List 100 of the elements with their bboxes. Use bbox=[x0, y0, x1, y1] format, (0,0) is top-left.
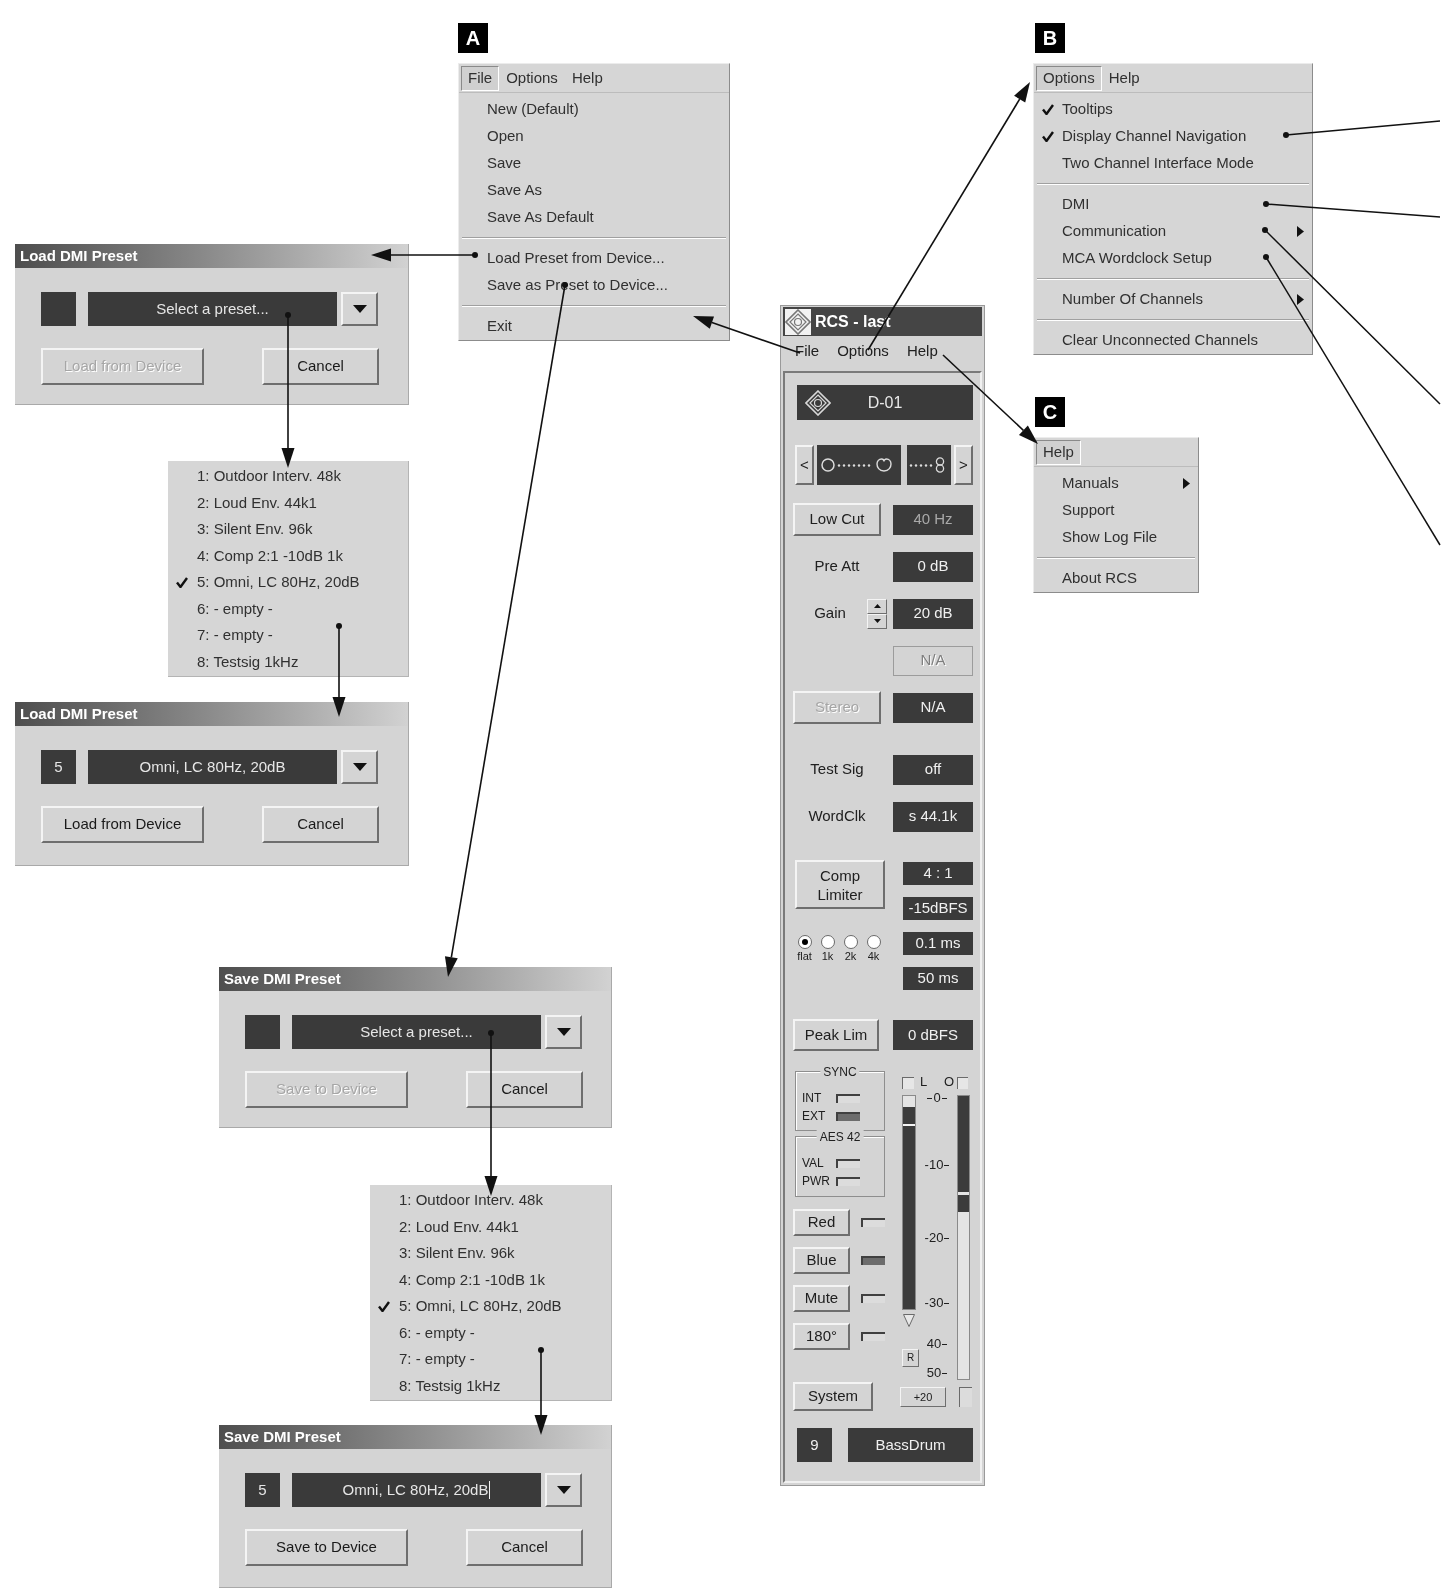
menu-item[interactable]: DMI bbox=[1034, 191, 1312, 218]
dropdown-button[interactable] bbox=[341, 292, 378, 326]
toggle-button[interactable]: Blue bbox=[793, 1247, 850, 1274]
preset-list-item[interactable]: 7: - empty - bbox=[168, 622, 408, 649]
value-display: 4 : 1 bbox=[903, 862, 973, 885]
channel-name: BassDrum bbox=[848, 1428, 973, 1462]
dropdown-button[interactable] bbox=[545, 1473, 582, 1507]
menu-bar-item[interactable]: File bbox=[461, 65, 500, 91]
preset-number-field[interactable]: 5 bbox=[41, 750, 76, 784]
menu-item[interactable]: Communication bbox=[1034, 218, 1312, 245]
caret-down-icon bbox=[556, 1028, 571, 1036]
menu-item[interactable]: Save As bbox=[459, 177, 729, 204]
menu-item[interactable]: Save As Default bbox=[459, 204, 729, 231]
menu-bar-item[interactable]: Help bbox=[1036, 439, 1081, 465]
preset-list-item[interactable]: 8: Testsig 1kHz bbox=[168, 648, 408, 675]
boost-button[interactable]: +20 bbox=[900, 1387, 946, 1407]
preset-list-item[interactable]: 3: Silent Env. 96k bbox=[168, 516, 408, 543]
menu-bar-item[interactable]: File bbox=[795, 340, 820, 363]
menu-item[interactable]: Two Channel Interface Mode bbox=[1034, 150, 1312, 177]
reset-button[interactable]: R bbox=[902, 1349, 919, 1367]
cancel-button[interactable]: Cancel bbox=[466, 1529, 583, 1566]
radio-button[interactable] bbox=[820, 935, 835, 949]
scale-label: 0 bbox=[933, 1090, 941, 1106]
preset-number-field[interactable] bbox=[245, 1015, 280, 1049]
toggle-button[interactable]: 180° bbox=[793, 1323, 850, 1350]
menu-bar-item[interactable]: Options bbox=[837, 340, 889, 363]
preset-list-item[interactable]: 5: Omni, LC 80Hz, 20dB bbox=[370, 1293, 611, 1320]
preset-dropdown[interactable]: Select a preset... bbox=[88, 292, 337, 326]
menu-item[interactable]: Exit bbox=[459, 313, 729, 340]
toggle-button[interactable]: Red bbox=[793, 1209, 850, 1236]
menu-item[interactable]: Show Log File bbox=[1034, 524, 1198, 551]
dropdown-button[interactable] bbox=[341, 750, 378, 784]
menu-item[interactable]: MCA Wordclock Setup bbox=[1034, 245, 1312, 272]
spin-up-button[interactable] bbox=[867, 598, 887, 614]
compressor-button[interactable]: Comp Limiter bbox=[795, 860, 885, 909]
check-icon bbox=[378, 1300, 390, 1312]
menu-bar-item[interactable]: Help bbox=[564, 65, 610, 91]
clip-indicator bbox=[959, 1387, 972, 1407]
preset-list-item[interactable]: 8: Testsig 1kHz bbox=[370, 1372, 611, 1399]
system-button[interactable]: System bbox=[793, 1382, 873, 1411]
preset-list-item[interactable]: 6: - empty - bbox=[370, 1319, 611, 1346]
preset-dropdown[interactable]: Omni, LC 80Hz, 20dB bbox=[88, 750, 337, 784]
radio-button[interactable] bbox=[843, 935, 858, 949]
preset-list-item[interactable]: 4: Comp 2:1 -10dB 1k bbox=[168, 542, 408, 569]
value-display: 0 dBFS bbox=[893, 1020, 973, 1050]
menu-item[interactable]: Manuals bbox=[1034, 470, 1198, 497]
dialog-title: Load DMI Preset bbox=[15, 244, 408, 268]
preset-list-item[interactable]: 3: Silent Env. 96k bbox=[370, 1240, 611, 1267]
menu-bar-item[interactable]: Help bbox=[906, 340, 938, 363]
toggle-button[interactable]: Mute bbox=[793, 1285, 850, 1312]
preset-dropdown[interactable]: Select a preset... bbox=[292, 1015, 541, 1049]
control-label: WordClk bbox=[807, 806, 867, 827]
preset-list-item[interactable]: 2: Loud Env. 44k1 bbox=[370, 1213, 611, 1240]
preset-number-field[interactable]: 5 bbox=[245, 1473, 280, 1507]
menu-item[interactable]: Save bbox=[459, 150, 729, 177]
diamond-logo-icon bbox=[805, 389, 831, 416]
submenu-arrow-icon bbox=[1297, 294, 1304, 305]
cancel-button[interactable]: Cancel bbox=[466, 1071, 583, 1108]
slider-thumb[interactable] bbox=[901, 445, 908, 485]
pattern-slider[interactable] bbox=[817, 445, 951, 485]
toggle-button[interactable]: Low Cut bbox=[793, 503, 881, 536]
value-display: 50 ms bbox=[903, 967, 973, 990]
radio-button[interactable] bbox=[866, 935, 881, 949]
preset-list-item[interactable]: 1: Outdoor Interv. 48k bbox=[168, 463, 408, 490]
preset-list-item[interactable]: 2: Loud Env. 44k1 bbox=[168, 489, 408, 516]
preset-list-item[interactable]: 7: - empty - bbox=[370, 1346, 611, 1373]
load-button[interactable]: Load from Device bbox=[41, 806, 204, 843]
cancel-button[interactable]: Cancel bbox=[262, 348, 379, 385]
menu-item[interactable]: Tooltips bbox=[1034, 96, 1312, 123]
menu-item[interactable]: Display Channel Navigation bbox=[1034, 123, 1312, 150]
check-icon bbox=[1042, 104, 1054, 115]
group-title: SYNC bbox=[820, 1065, 860, 1079]
menu-item[interactable]: Load Preset from Device... bbox=[459, 245, 729, 272]
value-display: s 44.1k bbox=[893, 801, 973, 832]
preset-list-item[interactable]: 6: - empty - bbox=[168, 595, 408, 622]
meter-label: O bbox=[943, 1074, 954, 1089]
preset-list-item[interactable]: 5: Omni, LC 80Hz, 20dB bbox=[168, 569, 408, 596]
save-button[interactable]: Save to Device bbox=[245, 1529, 408, 1566]
menu-item[interactable]: Open bbox=[459, 123, 729, 150]
dropdown-button[interactable] bbox=[545, 1015, 582, 1049]
peak-limiter-button[interactable]: Peak Lim bbox=[793, 1019, 879, 1051]
preset-dropdown[interactable]: Omni, LC 80Hz, 20dB bbox=[292, 1473, 541, 1507]
menu-bar-item[interactable]: Options bbox=[1036, 65, 1102, 91]
menu-item[interactable]: New (Default) bbox=[459, 96, 729, 123]
menu-bar-item[interactable]: Help bbox=[1101, 65, 1147, 91]
menu-item[interactable]: About RCS bbox=[1034, 565, 1198, 592]
preset-list-item[interactable]: 1: Outdoor Interv. 48k bbox=[370, 1187, 611, 1214]
menu-bar-item[interactable]: Options bbox=[499, 65, 565, 91]
menu-item[interactable]: Number Of Channels bbox=[1034, 286, 1312, 313]
peak-marker bbox=[958, 1195, 969, 1213]
radio-button[interactable] bbox=[797, 935, 812, 949]
menu-item[interactable]: Support bbox=[1034, 497, 1198, 524]
previous-button[interactable]: < bbox=[795, 445, 814, 485]
menu-item[interactable]: Clear Unconnected Channels bbox=[1034, 327, 1312, 354]
indicator-label: EXT bbox=[802, 1109, 827, 1123]
preset-list-item[interactable]: 4: Comp 2:1 -10dB 1k bbox=[370, 1266, 611, 1293]
cancel-button[interactable]: Cancel bbox=[262, 806, 379, 843]
next-button[interactable]: > bbox=[954, 445, 973, 485]
preset-number-field[interactable] bbox=[41, 292, 76, 326]
callout-label: B bbox=[1035, 23, 1065, 53]
